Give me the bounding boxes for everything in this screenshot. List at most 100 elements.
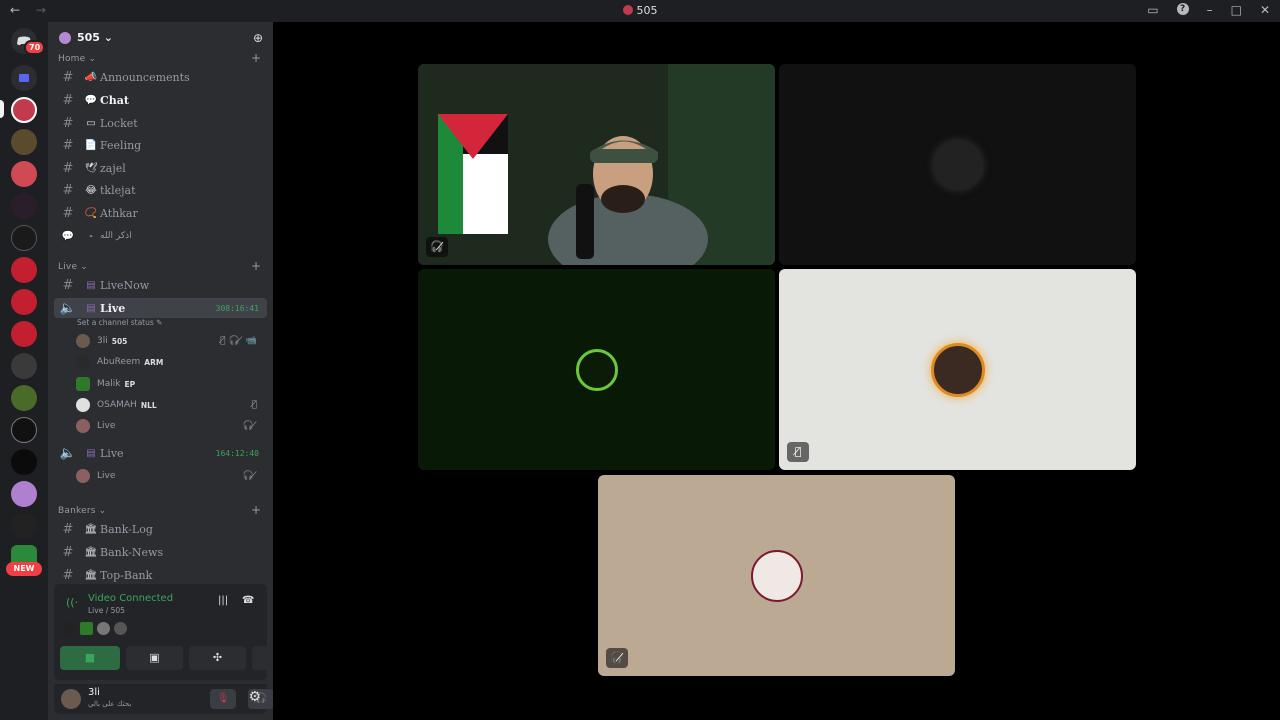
voice-user[interactable]: Live 🎧̸	[76, 467, 266, 485]
server-icon[interactable]	[11, 225, 37, 251]
channel-top-bank[interactable]: # 🏛 Top-Bank	[54, 565, 267, 585]
new-badge: NEW	[6, 562, 42, 576]
avatar	[80, 622, 93, 635]
speech-bubble-icon: 💬	[84, 94, 98, 106]
avatar	[930, 342, 985, 397]
voice-channel-live-1[interactable]: 🔈 ▤ Live 308:16:41	[54, 298, 267, 318]
server-icon[interactable]	[11, 193, 37, 219]
bank-icon: 🏛	[84, 523, 98, 535]
channel-chat[interactable]: # 💬 Chat	[54, 90, 267, 110]
camera-button[interactable]: ■	[60, 646, 120, 670]
channel-livenow[interactable]: # ▤ LiveNow	[54, 275, 267, 295]
server-header[interactable]: 505 ⌄ ⊕	[48, 22, 273, 54]
server-icon[interactable]	[11, 353, 37, 379]
deafened-icon: 🎧̸	[606, 648, 628, 668]
minimize-button[interactable]: –	[1207, 3, 1213, 17]
voice-user[interactable]: OSAMAH NLL 🎙̸	[76, 396, 266, 414]
close-button[interactable]: ✕	[1260, 3, 1270, 17]
server-name: 505 ⌄	[77, 31, 114, 44]
voice-timer: 308:16:41	[215, 303, 259, 313]
channel-athkar-ar[interactable]: 💬 ‐ اذكر الله	[54, 226, 267, 246]
server-icon[interactable]	[11, 449, 37, 475]
video-tile-3li[interactable]: 🎧̸	[418, 64, 775, 265]
server-icon[interactable]	[11, 513, 37, 539]
gear-icon[interactable]: ⚙	[248, 689, 261, 705]
category-live[interactable]: Live ⌄	[58, 262, 88, 272]
category-home[interactable]: Home ⌄	[58, 54, 96, 64]
folder-icon[interactable]	[11, 65, 37, 91]
create-channel-icon[interactable]: +	[251, 51, 261, 65]
voice-connected-status[interactable]: Video Connected	[88, 593, 173, 604]
inbox-icon[interactable]: ▭	[1147, 3, 1158, 17]
channel-tklejat[interactable]: # 😂 tklejat	[54, 180, 267, 200]
disconnect-icon[interactable]: ☎	[242, 595, 254, 606]
server-icon[interactable]	[11, 417, 37, 443]
video-tile-osamah[interactable]: 🎙̸	[779, 269, 1136, 470]
avatar	[76, 469, 90, 483]
activities-button[interactable]: ✣	[189, 646, 246, 670]
avatar	[76, 377, 90, 391]
screen-share-button[interactable]: ▣	[126, 646, 183, 670]
server-icon[interactable]	[11, 129, 37, 155]
server-icon[interactable]	[11, 481, 37, 507]
voice-timer: 164:12:40	[215, 448, 259, 458]
channel-zajel[interactable]: # 🕊 zajel	[54, 158, 267, 178]
create-channel-icon[interactable]: +	[251, 259, 261, 273]
muted-icon: 🎙̸	[251, 400, 260, 410]
create-channel-icon[interactable]: +	[251, 503, 261, 517]
text-channel-icon: #	[62, 115, 74, 131]
channel-bank-news[interactable]: # 🏛 Bank-News	[54, 542, 267, 562]
server-list: 70 NEW	[0, 22, 48, 720]
server-icon[interactable]	[11, 289, 37, 315]
server-icon[interactable]	[11, 257, 37, 283]
avatar	[63, 622, 76, 635]
voice-user[interactable]: Malik EP	[76, 375, 266, 393]
server-505-icon[interactable]	[11, 97, 37, 123]
text-channel-icon: #	[62, 521, 74, 537]
text-channel-icon: #	[62, 182, 74, 198]
channel-athkar[interactable]: # 📿 Athkar	[54, 203, 267, 223]
emoji-icon: 😂	[85, 184, 97, 196]
note-icon: 📄	[84, 139, 98, 151]
noise-suppression-icon[interactable]: |||	[218, 595, 228, 606]
avatar[interactable]	[61, 689, 81, 709]
category-bankers[interactable]: Bankers ⌄	[58, 506, 106, 516]
invite-people-icon[interactable]: ⊕	[253, 31, 263, 45]
maximize-button[interactable]: □	[1231, 3, 1242, 17]
text-channel-icon: #	[62, 205, 74, 221]
deafened-muted-camera-icons: 🎙̸🎧̸📹	[220, 336, 260, 346]
channel-status[interactable]: Set a channel status ✎	[77, 318, 162, 327]
forum-channel-icon: 💬	[61, 230, 75, 242]
avatar	[76, 334, 90, 348]
video-tile-abureem[interactable]	[779, 64, 1136, 265]
voice-channel-path[interactable]: Live / 505	[88, 606, 125, 615]
tv-icon: ▤	[86, 279, 96, 291]
mute-toggle-icon[interactable]: 🎙	[210, 689, 236, 709]
window-title: 505	[0, 4, 1280, 17]
avatar	[575, 348, 618, 391]
avatar	[76, 419, 90, 433]
voice-user[interactable]: Live 🎧̸	[76, 417, 266, 435]
avatar	[76, 355, 90, 369]
username[interactable]: 3li	[88, 687, 100, 698]
text-channel-icon: #	[62, 137, 74, 153]
server-icon[interactable]	[11, 385, 37, 411]
voice-user[interactable]: AbuReem ARM	[76, 353, 266, 371]
help-icon[interactable]: ?	[1176, 3, 1189, 15]
voice-speaker-icon: 🔈	[59, 300, 77, 316]
channel-locket[interactable]: # ▭ Locket	[54, 113, 267, 133]
channel-feeling[interactable]: # 📄 Feeling	[54, 135, 267, 155]
voice-channel-live-2[interactable]: 🔈 ▤ Live 164:12:40	[54, 443, 267, 463]
voice-user[interactable]: 3li 505 🎙̸🎧̸📹	[76, 332, 266, 350]
video-tile-live[interactable]: 🎧̸	[598, 475, 955, 676]
connection-signal-icon[interactable]: ((·	[66, 596, 78, 609]
server-icon[interactable]	[11, 321, 37, 347]
channel-announcements[interactable]: # 📣 Announcements	[54, 67, 267, 87]
bank-icon: 🏛	[84, 569, 98, 581]
server-icon[interactable]	[11, 161, 37, 187]
deafened-icon: 🎧̸	[242, 421, 260, 431]
video-tile-malik[interactable]	[418, 269, 775, 470]
text-channel-icon: #	[62, 69, 74, 85]
channel-bank-log[interactable]: # 🏛 Bank-Log	[54, 519, 267, 539]
window-controls: ▭ ? – □ ✕	[1147, 3, 1270, 17]
